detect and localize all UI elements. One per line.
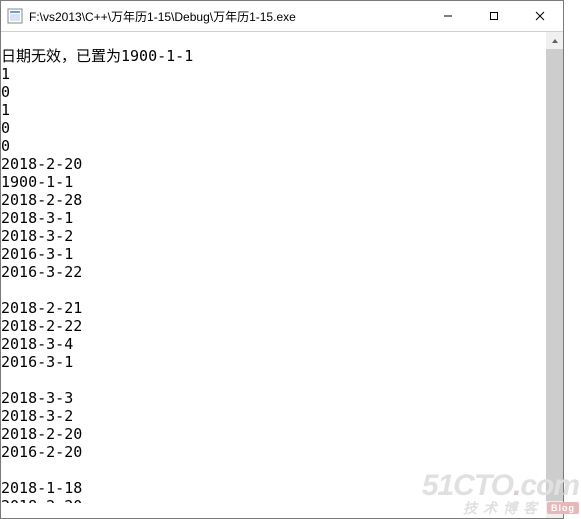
scroll-up-button[interactable] [546, 32, 563, 49]
close-button[interactable] [517, 1, 563, 31]
console-window: F:\vs2013\C++\万年历1-15\Debug\万年历1-15.exe … [0, 0, 564, 519]
scrollbar-thumb[interactable] [546, 49, 563, 501]
window-controls [425, 1, 563, 31]
minimize-button[interactable] [425, 1, 471, 31]
window-title: F:\vs2013\C++\万年历1-15\Debug\万年历1-15.exe [29, 8, 425, 25]
vertical-scrollbar[interactable] [546, 32, 563, 518]
app-icon [7, 8, 23, 24]
client-area: 日期无效，已置为1900-1-1 1 0 1 0 0 2018-2-20 190… [1, 32, 563, 518]
scrollbar-track[interactable] [546, 49, 563, 501]
title-bar[interactable]: F:\vs2013\C++\万年历1-15\Debug\万年历1-15.exe [1, 1, 563, 32]
maximize-button[interactable] [471, 1, 517, 31]
console-output: 日期无效，已置为1900-1-1 1 0 1 0 0 2018-2-20 190… [1, 47, 546, 503]
scroll-down-button[interactable] [546, 501, 563, 518]
